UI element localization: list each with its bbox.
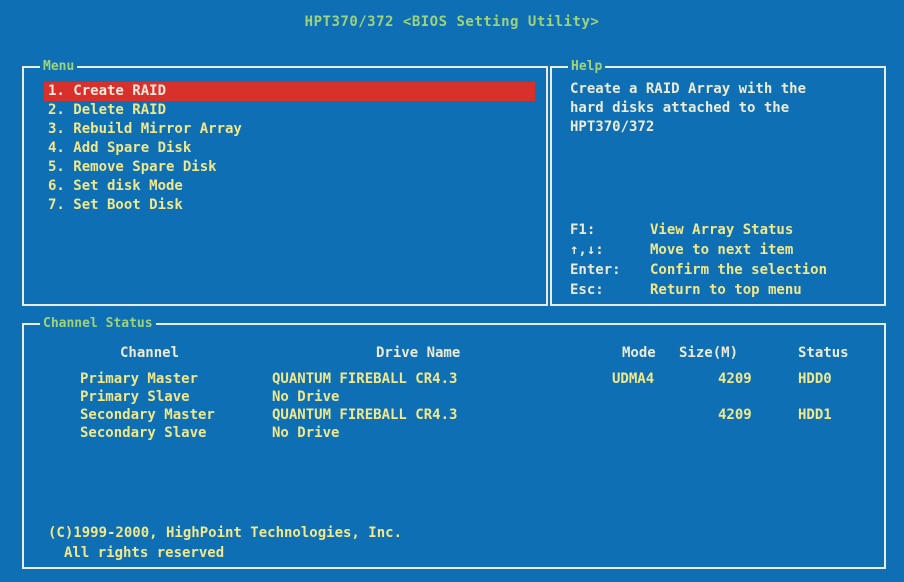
channel-cell: Primary Master	[80, 371, 199, 387]
menu-list: 1. Create RAID 2. Delete RAID 3. Rebuild…	[44, 82, 535, 215]
menu-item-create-raid[interactable]: 1. Create RAID	[44, 82, 535, 101]
status-cell: HDD1	[798, 407, 832, 423]
key-f1-desc: View Array Status	[650, 222, 794, 238]
key-f1: F1:	[570, 222, 596, 238]
menu-item-remove-spare-disk[interactable]: 5. Remove Spare Disk	[44, 158, 535, 177]
menu-item-rebuild-mirror-array[interactable]: 3. Rebuild Mirror Array	[44, 120, 535, 139]
channel-cell: Secondary Master	[80, 407, 215, 423]
table-row: Secondary Master QUANTUM FIREBALL CR4.3 …	[24, 405, 884, 425]
rights-line: All rights reserved	[64, 545, 225, 561]
key-legend-row: Enter: Confirm the selection	[570, 260, 827, 280]
copyright-notice: (C)1999-2000, HighPoint Technologies, In…	[48, 523, 402, 563]
mode-cell: UDMA4	[612, 371, 655, 387]
help-description: Create a RAID Array with the hard disks …	[570, 81, 807, 135]
drive-name-cell: No Drive	[272, 425, 340, 441]
drive-name-cell: No Drive	[272, 389, 340, 405]
status-cell: HDD0	[798, 371, 832, 387]
key-legend-row: ↑,↓: Move to next item	[570, 240, 827, 260]
drive-name-cell: QUANTUM FIREBALL CR4.3	[272, 407, 458, 423]
size-cell: 4209	[718, 407, 752, 423]
table-row: Secondary Slave No Drive	[24, 423, 884, 443]
menu-item-set-disk-mode[interactable]: 6. Set disk Mode	[44, 177, 535, 196]
key-enter: Enter:	[570, 262, 621, 278]
menu-item-set-boot-disk[interactable]: 7. Set Boot Disk	[44, 196, 535, 215]
channel-status-panel: Channel Status Channel Drive Name Mode S…	[22, 315, 886, 569]
key-legend: F1: View Array Status ↑,↓: Move to next it…	[570, 220, 827, 300]
table-row: Primary Master QUANTUM FIREBALL CR4.3 UD…	[24, 369, 884, 389]
header-channel: Channel	[120, 345, 180, 361]
menu-panel-label: Menu	[40, 58, 78, 76]
bios-screen: HPT370/372 <BIOS Setting Utility> Menu 1…	[0, 0, 904, 582]
drive-name-cell: QUANTUM FIREBALL CR4.3	[272, 371, 458, 387]
utility-title: HPT370/372 <BIOS Setting Utility>	[304, 14, 600, 30]
channel-status-label: Channel Status	[40, 315, 156, 333]
menu-item-delete-raid[interactable]: 2. Delete RAID	[44, 101, 535, 120]
header-status: Status	[798, 345, 849, 361]
key-arrows-desc: Move to next item	[650, 242, 794, 258]
menu-item-add-spare-disk[interactable]: 4. Add Spare Disk	[44, 139, 535, 158]
size-cell: 4209	[718, 371, 752, 387]
channel-cell: Primary Slave	[80, 389, 190, 405]
key-esc-desc: Return to top menu	[650, 282, 802, 298]
help-panel: Help Create a RAID Array with the hard d…	[550, 58, 886, 306]
channel-cell: Secondary Slave	[80, 425, 207, 441]
header-drive-name: Drive Name	[376, 345, 461, 361]
header-size: Size(M)	[679, 345, 739, 361]
table-row: Primary Slave No Drive	[24, 387, 884, 407]
key-enter-desc: Confirm the selection	[650, 262, 828, 278]
key-esc: Esc:	[570, 282, 604, 298]
menu-panel: Menu 1. Create RAID 2. Delete RAID 3. Re…	[22, 58, 548, 306]
key-legend-row: Esc: Return to top menu	[570, 280, 827, 300]
copyright-line: (C)1999-2000, HighPoint Technologies, In…	[48, 525, 403, 541]
header-mode: Mode	[622, 345, 656, 361]
key-legend-row: F1: View Array Status	[570, 220, 827, 240]
help-panel-label: Help	[568, 58, 606, 76]
key-arrows: ↑,↓:	[570, 242, 604, 258]
